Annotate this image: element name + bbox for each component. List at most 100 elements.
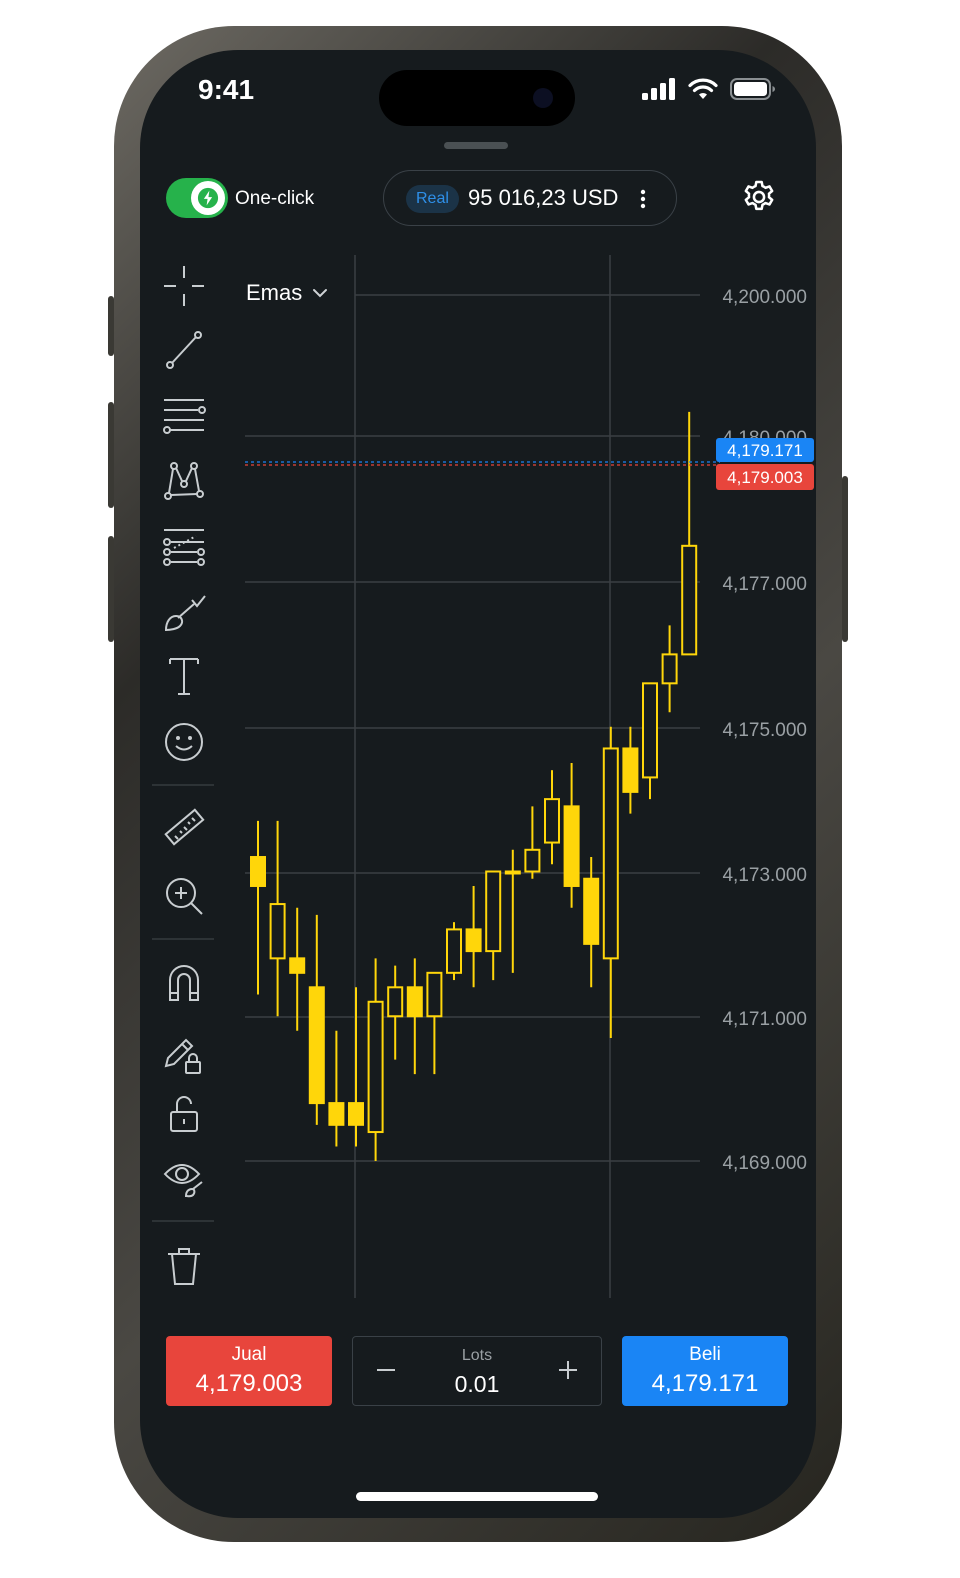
text-tool[interactable] xyxy=(162,654,206,698)
candle xyxy=(250,820,266,995)
candle xyxy=(367,958,384,1161)
candle-body-bearish xyxy=(622,747,639,793)
symbol-name: Emas xyxy=(246,280,303,305)
candle xyxy=(583,857,600,988)
candle xyxy=(348,987,364,1147)
candle-body-bearish xyxy=(348,1102,364,1126)
candle-body-bearish xyxy=(583,877,600,945)
candle-body-bearish xyxy=(465,928,482,953)
candle-body-bullish xyxy=(269,903,286,960)
candle xyxy=(485,870,502,981)
plus-icon xyxy=(559,1361,577,1379)
price-chart[interactable]: 4,200.0004,180.0004,177.0004,175.0004,17… xyxy=(140,50,816,1310)
candle-body-bullish xyxy=(426,971,443,1018)
lots-increase-button[interactable] xyxy=(553,1355,583,1385)
candle xyxy=(622,726,639,814)
screen: 9:41 One-click Real 95 016,23 USD 4,200.… xyxy=(140,50,816,1518)
ruler-tool[interactable] xyxy=(162,806,206,850)
pattern-icon xyxy=(164,462,204,500)
candle-body-bearish xyxy=(328,1102,345,1126)
candle-body-bullish xyxy=(681,544,698,656)
candle xyxy=(544,770,560,865)
delete-drawings-tool[interactable] xyxy=(162,1244,206,1288)
candle xyxy=(308,914,325,1125)
crosshair-icon xyxy=(164,266,204,306)
candle xyxy=(524,806,541,879)
ask-price-tag: 4,179.171 xyxy=(716,438,814,462)
candle-body-bullish xyxy=(485,870,502,953)
trend-line-tool[interactable] xyxy=(162,328,206,372)
crosshair-tool[interactable] xyxy=(162,264,206,308)
sell-button[interactable]: Jual 4,179.003 xyxy=(166,1336,332,1406)
candle xyxy=(269,820,286,1017)
candle-body-bearish xyxy=(406,986,423,1018)
candle xyxy=(563,762,580,908)
bid-tag-label: 4,179.003 xyxy=(727,468,803,487)
price-axis-label: 4,173.000 xyxy=(722,865,807,886)
home-indicator[interactable] xyxy=(356,1492,598,1501)
bid-price-tag: 4,179.003 xyxy=(716,464,814,490)
candle xyxy=(642,682,658,800)
trash-icon xyxy=(168,1248,200,1285)
pattern-tool[interactable] xyxy=(162,458,206,502)
fibonacci-icon xyxy=(163,529,205,566)
buy-label: Beli xyxy=(689,1344,721,1365)
emoji-icon xyxy=(165,723,203,761)
price-axis-label: 4,177.000 xyxy=(722,574,807,595)
candle-body-bullish xyxy=(504,870,521,875)
lock-drawing-tool[interactable] xyxy=(162,1032,206,1076)
sell-label: Jual xyxy=(231,1344,267,1365)
candle-body-bullish xyxy=(642,682,658,779)
candle-body-bearish xyxy=(563,805,580,887)
volume-up-button xyxy=(108,402,114,508)
buy-price: 4,179.171 xyxy=(651,1370,759,1397)
candle-body-bullish xyxy=(367,1000,384,1134)
zoom-in-tool[interactable] xyxy=(162,874,206,918)
candle xyxy=(602,726,619,1038)
candle-body-bullish xyxy=(387,986,404,1018)
trend-line-icon xyxy=(166,331,202,369)
zoom-in-icon xyxy=(166,878,203,915)
ruler-icon xyxy=(164,808,205,846)
ask-tag-label: 4,179.171 xyxy=(727,441,803,460)
toolbar-separator xyxy=(152,1220,214,1222)
price-axis-label: 4,171.000 xyxy=(722,1009,807,1030)
text-icon xyxy=(169,658,199,695)
emoji-tool[interactable] xyxy=(162,720,206,764)
candle-body-bullish xyxy=(602,747,619,960)
candle xyxy=(328,1030,345,1147)
toolbar-separator xyxy=(152,938,214,940)
candle xyxy=(661,625,678,713)
volume-down-button xyxy=(108,536,114,642)
candle xyxy=(465,885,482,988)
horizontal-lines-tool[interactable] xyxy=(162,394,206,438)
lock-drawing-icon xyxy=(164,1038,201,1074)
candle xyxy=(504,849,521,973)
unlock-tool[interactable] xyxy=(162,1092,206,1136)
hide-drawings-icon xyxy=(163,1164,203,1198)
magnet-tool[interactable] xyxy=(162,960,206,1004)
power-button xyxy=(842,476,848,642)
lots-stepper: Lots 0.01 xyxy=(352,1336,602,1406)
symbol-selector[interactable]: Emas xyxy=(246,280,328,306)
candle xyxy=(406,958,423,1075)
candle-body-bearish xyxy=(250,856,266,887)
candle-body-bullish xyxy=(524,848,541,873)
brush-icon xyxy=(164,595,206,632)
candle xyxy=(426,971,443,1075)
candle xyxy=(446,922,462,981)
brush-tool[interactable] xyxy=(162,590,206,634)
candle-body-bullish xyxy=(661,653,678,685)
unlock-icon xyxy=(170,1096,198,1132)
buy-button[interactable]: Beli 4,179.171 xyxy=(622,1336,788,1406)
candle-body-bullish xyxy=(446,928,462,974)
hide-drawings-tool[interactable] xyxy=(162,1156,206,1200)
price-axis-label: 4,200.000 xyxy=(722,287,807,308)
candle-body-bullish xyxy=(544,798,560,844)
chevron-down-icon xyxy=(313,289,328,298)
candle xyxy=(289,907,306,1031)
action-button xyxy=(108,296,114,356)
fibonacci-tool[interactable] xyxy=(162,524,206,568)
candle xyxy=(681,411,698,656)
magnet-icon xyxy=(169,965,199,1001)
